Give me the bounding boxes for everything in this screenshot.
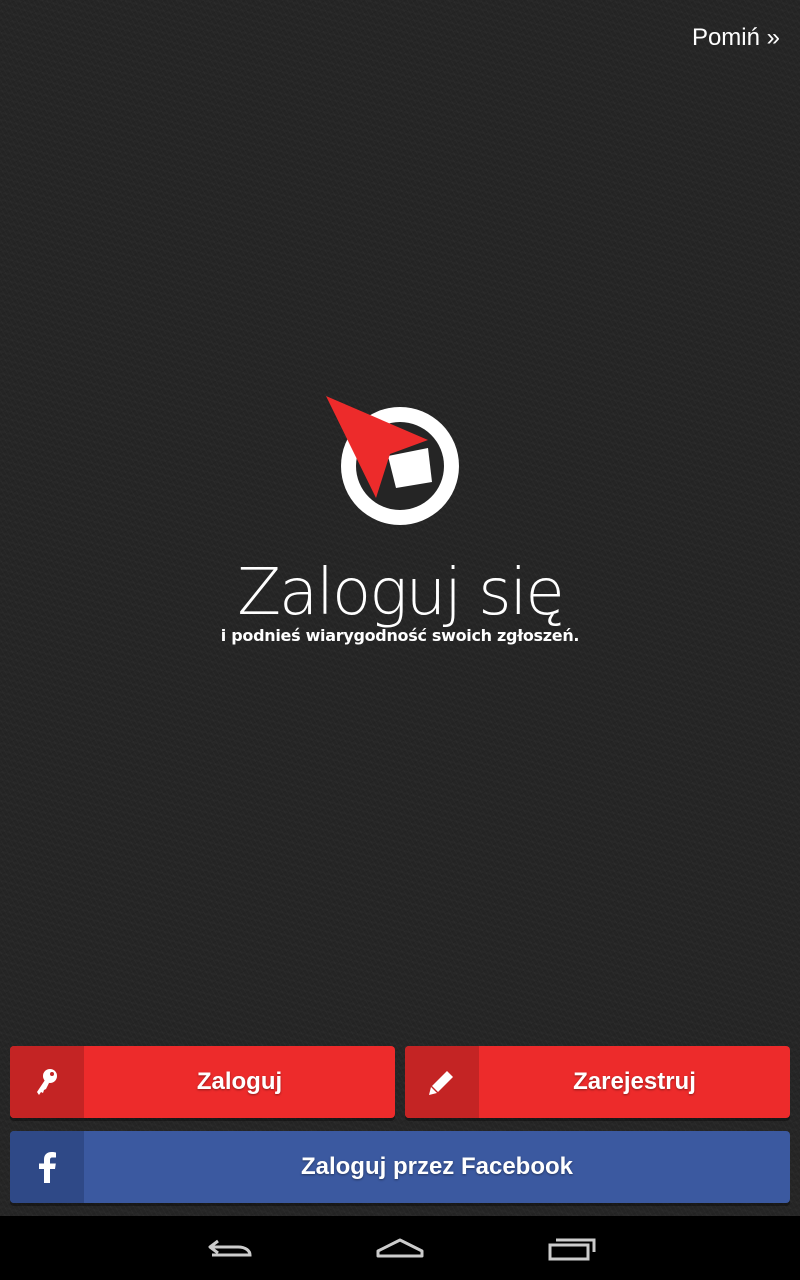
pencil-icon xyxy=(405,1046,479,1118)
register-button-label: Zarejestruj xyxy=(573,1068,696,1095)
page-subtitle: i podnieś wiarygodność swoich zgłoszeń. xyxy=(220,626,580,645)
app-logo xyxy=(320,394,480,534)
page-title: Zaloguj się xyxy=(237,556,565,630)
recent-apps-icon[interactable] xyxy=(544,1232,600,1264)
back-icon[interactable] xyxy=(202,1232,258,1264)
facebook-button-label: Zaloguj przez Facebook xyxy=(300,1153,574,1180)
facebook-icon xyxy=(10,1131,84,1203)
key-icon xyxy=(10,1046,84,1118)
system-navigation-bar xyxy=(0,1216,800,1280)
facebook-login-button[interactable]: Zaloguj przez Facebook xyxy=(10,1131,790,1203)
home-icon[interactable] xyxy=(372,1232,428,1264)
register-button[interactable]: Zarejestruj xyxy=(405,1046,790,1118)
login-button-label: Zaloguj xyxy=(196,1068,283,1095)
skip-link[interactable]: Pomiń » xyxy=(692,24,780,52)
login-screen: Pomiń » Zaloguj się i podnieś wiarygodno… xyxy=(0,0,800,1280)
login-button[interactable]: Zaloguj xyxy=(10,1046,395,1118)
